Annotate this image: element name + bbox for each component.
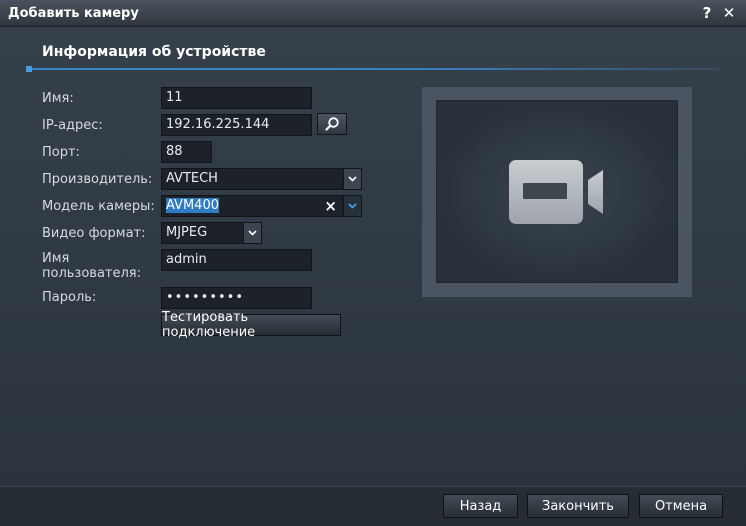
- video-format-label: Видео формат:: [42, 226, 146, 241]
- ip-label: IP-адрес:: [42, 118, 103, 133]
- test-connection-button[interactable]: Тестировать подключение: [161, 310, 341, 340]
- vendor-value: AVTECH: [166, 171, 218, 186]
- model-dropdown-button[interactable]: [343, 196, 361, 216]
- video-camera-icon: [509, 159, 603, 224]
- cancel-button[interactable]: Отмена: [639, 494, 723, 518]
- password-label: Пароль:: [42, 290, 97, 305]
- section-divider-marker: [26, 66, 32, 72]
- vendor-select[interactable]: AVTECH: [161, 168, 362, 190]
- port-label: Порт:: [42, 145, 80, 160]
- search-icon: [325, 117, 339, 131]
- video-format-value: MJPEG: [166, 225, 208, 240]
- username-label-line2: пользователя:: [42, 266, 141, 281]
- dialog-footer: [0, 486, 746, 526]
- camera-preview: [436, 100, 678, 283]
- password-input[interactable]: •••••••••: [161, 287, 312, 309]
- username-input[interactable]: admin: [161, 249, 312, 271]
- username-label-line1: Имя: [42, 251, 70, 266]
- close-button[interactable]: ✕: [718, 2, 740, 24]
- vendor-label: Производитель:: [42, 172, 153, 187]
- ip-input[interactable]: 192.16.225.144: [161, 114, 312, 136]
- model-combobox[interactable]: AVM400 ×: [161, 195, 362, 217]
- name-label: Имя:: [42, 91, 74, 106]
- search-button[interactable]: [317, 113, 347, 135]
- model-label: Модель камеры:: [42, 199, 155, 214]
- clear-icon[interactable]: ×: [324, 196, 337, 216]
- model-value: AVM400: [166, 198, 219, 213]
- video-format-dropdown-button[interactable]: [243, 223, 261, 243]
- port-input[interactable]: 88: [161, 141, 212, 163]
- title-bar: Добавить камеру ? ✕: [0, 0, 746, 27]
- name-input[interactable]: 11: [161, 87, 312, 109]
- video-format-select[interactable]: MJPEG: [161, 222, 262, 244]
- chevron-down-icon: [348, 176, 357, 182]
- chevron-down-icon: [348, 203, 357, 209]
- finish-button[interactable]: Закончить: [527, 494, 629, 518]
- section-divider: [28, 68, 718, 70]
- help-button[interactable]: ?: [696, 2, 718, 24]
- window-title: Добавить камеру: [8, 5, 139, 21]
- chevron-down-icon: [248, 230, 257, 236]
- vendor-dropdown-button[interactable]: [343, 169, 361, 189]
- back-button[interactable]: Назад: [443, 494, 518, 518]
- section-title: Информация об устройстве: [42, 44, 266, 60]
